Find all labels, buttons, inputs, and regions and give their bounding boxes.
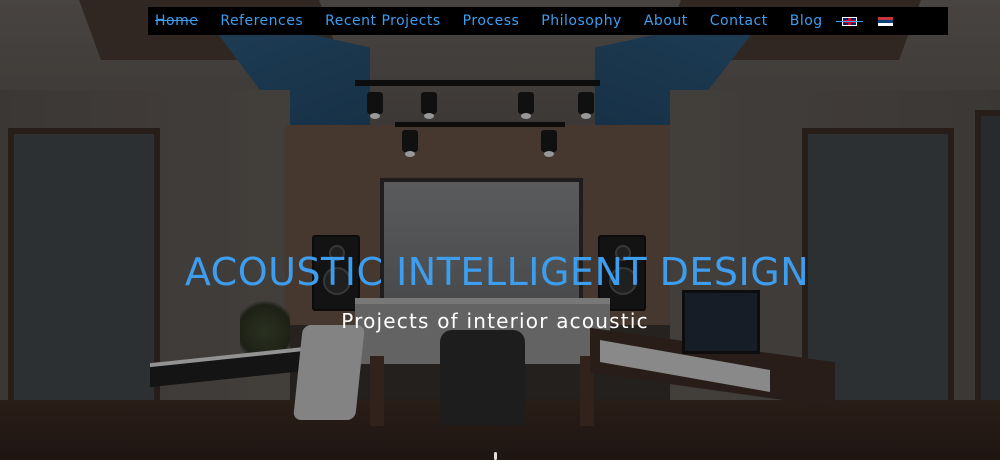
- nav-contact[interactable]: Contact: [699, 13, 779, 29]
- scroll-indicator[interactable]: [494, 452, 497, 460]
- uk-flag-icon[interactable]: [835, 16, 863, 26]
- nav-home[interactable]: Home: [148, 13, 209, 29]
- hero-overlay: [0, 0, 1000, 460]
- hero-background: [0, 0, 1000, 460]
- nav-references[interactable]: References: [209, 13, 314, 29]
- serbia-flag-icon[interactable]: [877, 16, 893, 26]
- nav-about[interactable]: About: [633, 13, 699, 29]
- nav-recent-projects[interactable]: Recent Projects: [314, 13, 452, 29]
- nav-philosophy[interactable]: Philosophy: [530, 13, 633, 29]
- hero-subtitle: Projects of interior acoustic: [341, 309, 649, 333]
- nav-blog[interactable]: Blog: [779, 13, 834, 29]
- hero-title: ACOUSTIC INTELLIGENT DESIGN: [184, 250, 810, 294]
- main-navbar: Home References Recent Projects Process …: [148, 7, 948, 35]
- nav-process[interactable]: Process: [452, 13, 531, 29]
